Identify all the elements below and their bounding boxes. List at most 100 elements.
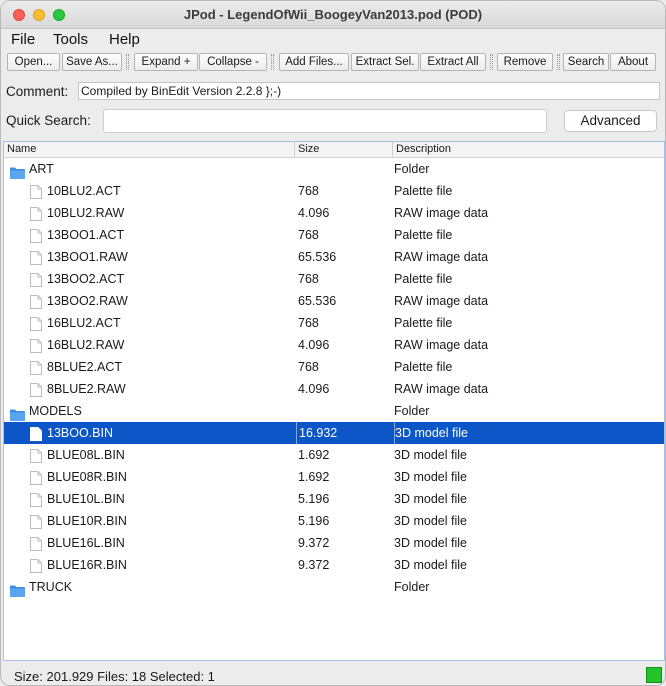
size-cell: 5.196 (298, 492, 330, 506)
item-name: 10BLU2.RAW (47, 206, 125, 220)
folder-row[interactable]: MODELS Folder (4, 400, 664, 422)
name-cell: 8BLUE2.RAW (4, 378, 295, 400)
description-cell: Palette file (394, 316, 453, 330)
name-cell: 8BLUE2.ACT (4, 356, 295, 378)
remove-button[interactable]: Remove (497, 53, 553, 71)
file-icon (30, 272, 42, 287)
file-icon (30, 470, 42, 485)
column-header-name[interactable]: Name (4, 142, 295, 158)
menu-file[interactable]: File (11, 31, 35, 48)
folder-row[interactable]: ART Folder (4, 158, 664, 180)
size-cell: 65.536 (298, 294, 337, 308)
folder-icon (10, 582, 25, 597)
description-cell: RAW image data (394, 338, 489, 352)
size-cell: 768 (298, 316, 319, 330)
name-cell: 10BLU2.ACT (4, 180, 295, 202)
add-files-button[interactable]: Add Files... (279, 53, 349, 71)
size-cell (296, 158, 393, 180)
table-row[interactable]: BLUE08R.BIN 1.692 3D model file (4, 466, 664, 488)
item-name: BLUE16L.BIN (47, 536, 125, 550)
collapse-button[interactable]: Collapse - (199, 53, 267, 71)
file-icon (30, 250, 42, 265)
title-bar[interactable]: JPod - LegendOfWii_BoogeyVan2013.pod (PO… (1, 1, 665, 29)
table-row[interactable]: 13BOO2.RAW 65.536 RAW image data (4, 290, 664, 312)
item-name: BLUE08R.BIN (47, 470, 127, 484)
table-row[interactable]: 8BLUE2.RAW 4.096 RAW image data (4, 378, 664, 400)
folder-icon (10, 406, 25, 421)
open-button[interactable]: Open... (7, 53, 60, 71)
file-icon (30, 536, 42, 551)
file-icon (30, 338, 42, 353)
comment-field[interactable]: Compiled by BinEdit Version 2.2.8 };-) (78, 82, 660, 100)
toolbar: Open... Save As... Expand + Collapse - A… (5, 52, 661, 72)
item-name: 13BOO.BIN (47, 426, 113, 440)
file-icon (30, 184, 42, 199)
table-row[interactable]: BLUE16R.BIN 9.372 3D model file (4, 554, 664, 576)
file-icon (30, 426, 42, 441)
description-cell: 3D model file (394, 558, 467, 572)
description-cell: Folder (394, 404, 430, 418)
item-name: BLUE16R.BIN (47, 558, 127, 572)
size-cell: 9.372 (298, 558, 330, 572)
item-name: 13BOO2.RAW (47, 294, 128, 308)
table-row[interactable]: 10BLU2.RAW 4.096 RAW image data (4, 202, 664, 224)
column-header-size[interactable]: Size (295, 142, 393, 158)
size-cell: 1.692 (298, 470, 330, 484)
table-row[interactable]: 8BLUE2.ACT 768 Palette file (4, 356, 664, 378)
table-row[interactable]: 16BLU2.ACT 768 Palette file (4, 312, 664, 334)
status-bar: Size: 201.929 Files: 18 Selected: 1 (1, 663, 665, 685)
item-name: BLUE10L.BIN (47, 492, 125, 506)
name-cell: MODELS (4, 400, 295, 422)
table-row[interactable]: BLUE10L.BIN 5.196 3D model file (4, 488, 664, 510)
table-row[interactable]: BLUE10R.BIN 5.196 3D model file (4, 510, 664, 532)
status-indicator (646, 667, 662, 683)
name-cell: 16BLU2.ACT (4, 312, 295, 334)
size-cell: 4.096 (298, 338, 330, 352)
table-row[interactable]: 13BOO2.ACT 768 Palette file (4, 268, 664, 290)
expand-button[interactable]: Expand + (134, 53, 198, 71)
about-button[interactable]: About (610, 53, 656, 71)
file-icon (30, 360, 42, 375)
description-cell: 3D model file (394, 514, 467, 528)
table-row[interactable]: 13BOO1.RAW 65.536 RAW image data (4, 246, 664, 268)
description-cell: 3D model file (394, 470, 467, 484)
name-cell: 13BOO1.ACT (4, 224, 295, 246)
toolbar-separator (126, 54, 129, 70)
file-icon (30, 228, 42, 243)
size-cell: 768 (298, 272, 319, 286)
description-cell: 3D model file (394, 422, 664, 444)
item-name: BLUE10R.BIN (47, 514, 127, 528)
folder-row[interactable]: TRUCK Folder (4, 576, 664, 598)
description-cell: RAW image data (394, 250, 489, 264)
name-cell: 13BOO.BIN (4, 422, 295, 444)
item-name: TRUCK (29, 580, 73, 594)
search-button[interactable]: Search (563, 53, 609, 71)
menu-help[interactable]: Help (109, 31, 140, 48)
menu-tools[interactable]: Tools (53, 31, 88, 48)
table-row[interactable]: 16BLU2.RAW 4.096 RAW image data (4, 334, 664, 356)
save-as-button[interactable]: Save As... (62, 53, 122, 71)
advanced-search-button[interactable]: Advanced (564, 110, 657, 132)
description-cell: Folder (394, 162, 430, 176)
name-cell: 13BOO2.RAW (4, 290, 295, 312)
table-row[interactable]: BLUE08L.BIN 1.692 3D model file (4, 444, 664, 466)
column-header-description[interactable]: Description (393, 142, 664, 158)
extract-all-button[interactable]: Extract All (420, 53, 486, 71)
table-row[interactable]: 13BOO.BIN 16.932 3D model file (4, 422, 664, 444)
item-name: 13BOO2.ACT (47, 272, 125, 286)
item-name: 16BLU2.RAW (47, 338, 125, 352)
file-icon (30, 294, 42, 309)
size-cell: 4.096 (298, 382, 330, 396)
extract-selected-button[interactable]: Extract Sel. (351, 53, 419, 71)
table-row[interactable]: BLUE16L.BIN 9.372 3D model file (4, 532, 664, 554)
name-cell: BLUE08R.BIN (4, 466, 295, 488)
size-cell (296, 576, 393, 598)
table-row[interactable]: 10BLU2.ACT 768 Palette file (4, 180, 664, 202)
table-row[interactable]: 13BOO1.ACT 768 Palette file (4, 224, 664, 246)
app-window: JPod - LegendOfWii_BoogeyVan2013.pod (PO… (0, 0, 666, 686)
name-cell: BLUE08L.BIN (4, 444, 295, 466)
item-name: 8BLUE2.ACT (47, 360, 123, 374)
quick-search-input[interactable] (103, 109, 547, 133)
item-name: 16BLU2.ACT (47, 316, 121, 330)
name-cell: 16BLU2.RAW (4, 334, 295, 356)
